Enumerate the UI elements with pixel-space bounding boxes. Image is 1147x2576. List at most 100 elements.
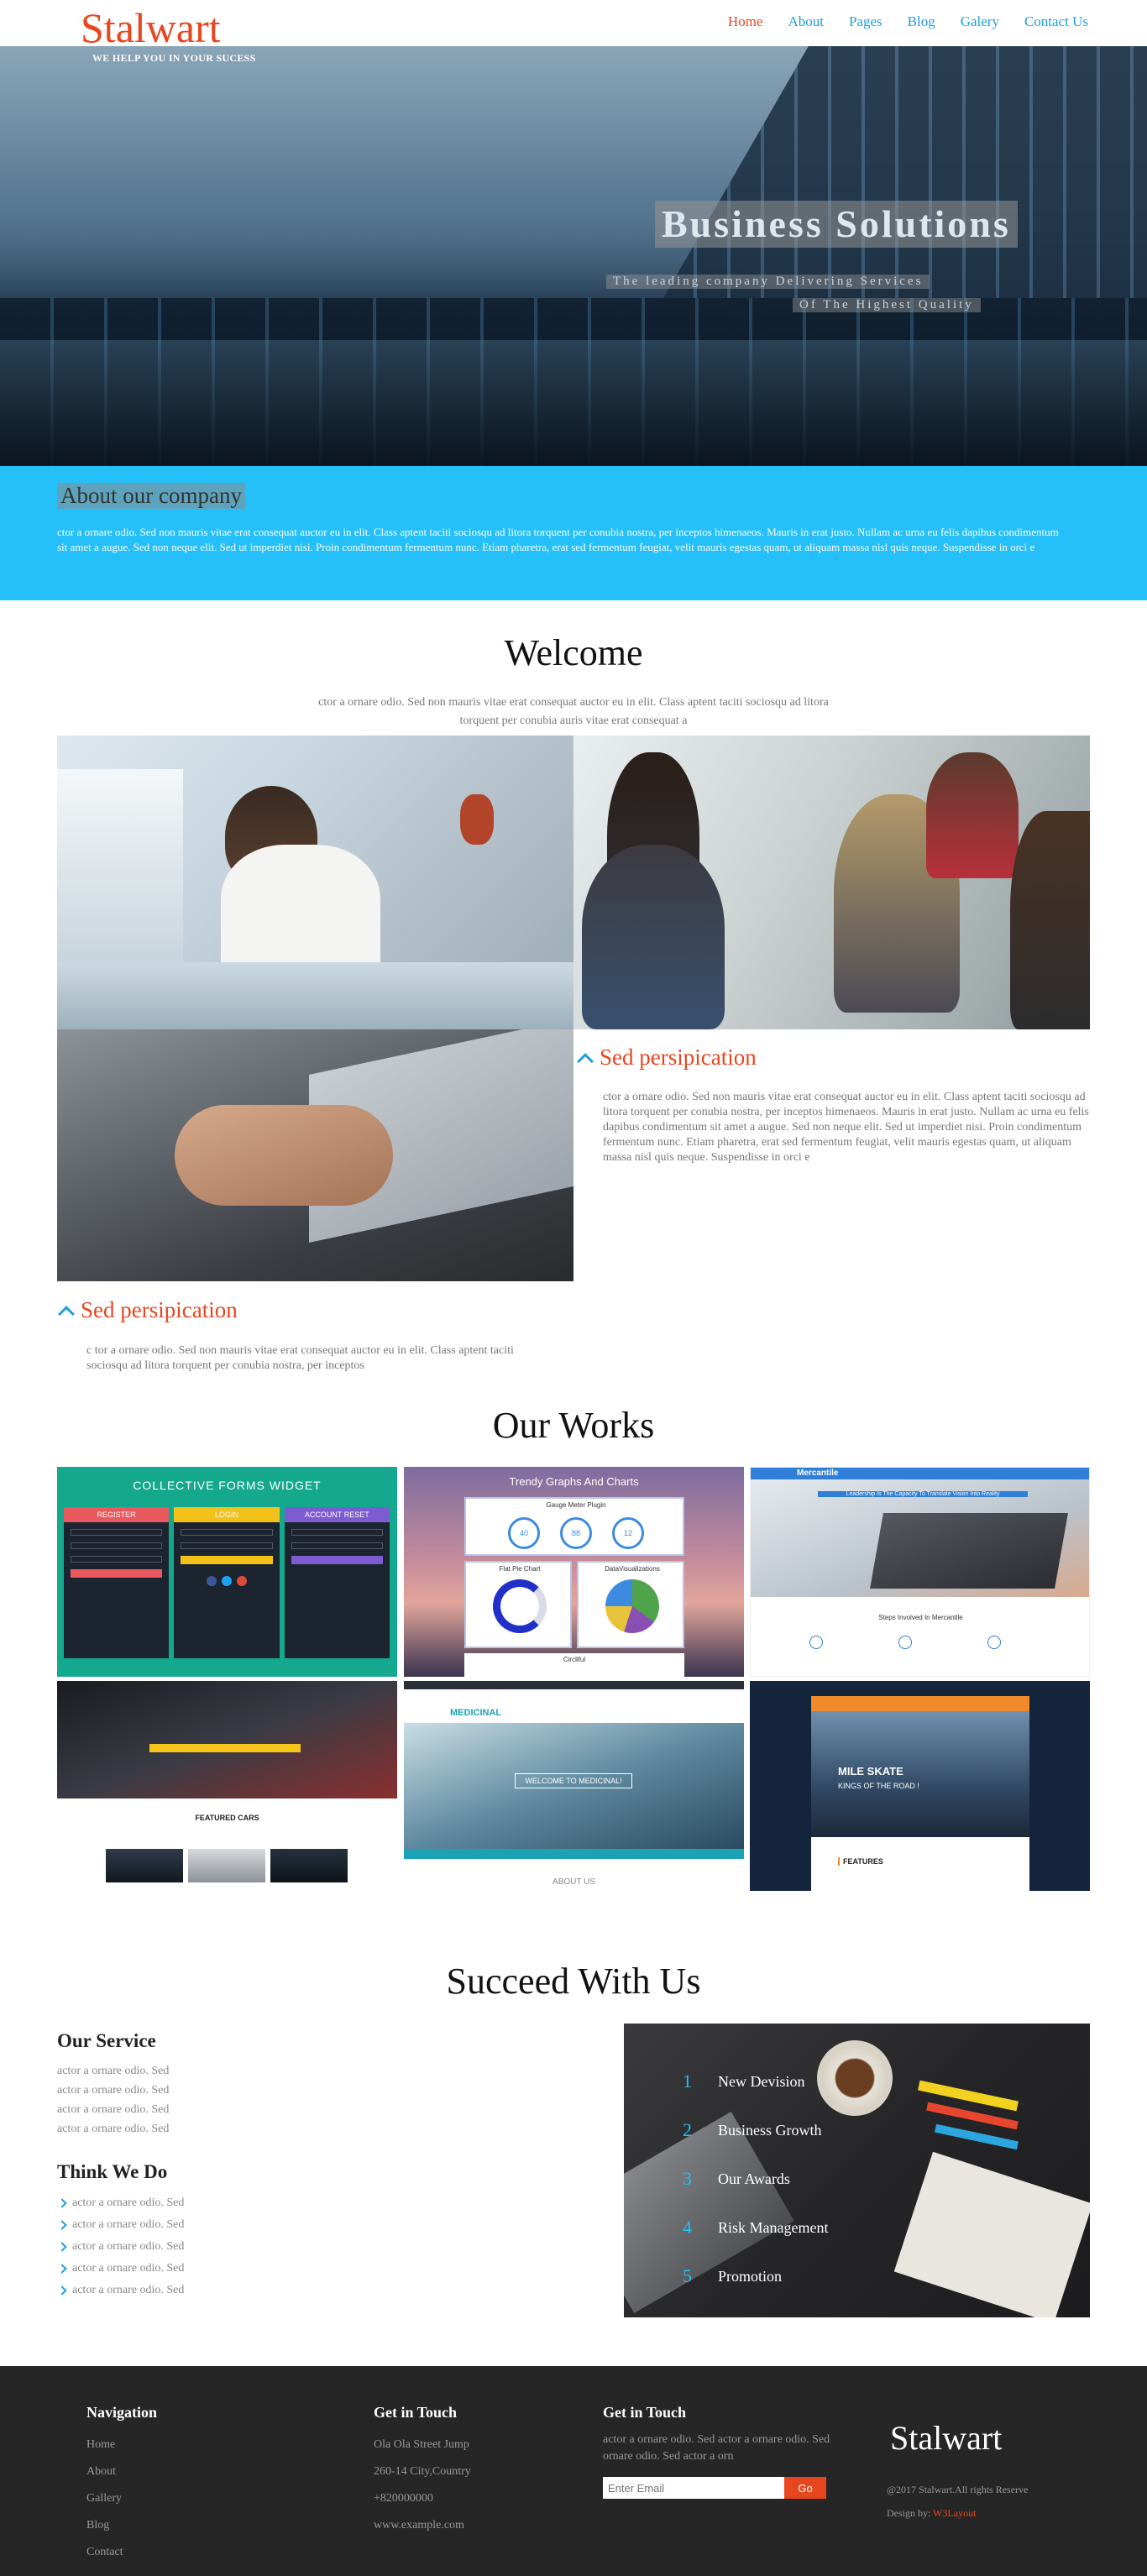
car-thumb bbox=[106, 1849, 183, 1882]
work-4-heading: FEATURED CARS bbox=[195, 1814, 259, 1822]
nav-pages[interactable]: Pages bbox=[849, 13, 883, 30]
welcome-title: Welcome bbox=[504, 632, 643, 673]
nav-home[interactable]: Home bbox=[728, 13, 763, 30]
work-medicinal[interactable]: MEDICINAL WELCOME TO MEDICINAL! ABOUT US bbox=[404, 1681, 744, 1891]
item-number: 4 bbox=[683, 2217, 692, 2238]
work-6-topbar bbox=[811, 1696, 1029, 1711]
design-link[interactable]: W3Layout bbox=[933, 2507, 976, 2519]
succeed-list-item[interactable]: 2 Business Growth bbox=[683, 2106, 828, 2155]
footer-link-contact[interactable]: Contact bbox=[86, 2539, 157, 2566]
item-label: Risk Management bbox=[718, 2218, 829, 2236]
item-label: Business Growth bbox=[718, 2121, 822, 2139]
photo-plant bbox=[460, 794, 494, 845]
desk-photo-panel: 1 New Devision 2 Business Growth 3 Our Awar… bbox=[624, 2024, 1090, 2317]
about-title: About our company bbox=[57, 483, 245, 509]
succeed-list-item[interactable]: 1 New Devision bbox=[683, 2057, 828, 2106]
hero-floor bbox=[0, 340, 1147, 466]
work-3-brand: Mercantile bbox=[797, 1469, 839, 1478]
work-5-brand: MEDICINAL bbox=[450, 1708, 502, 1718]
work-1-field bbox=[291, 1529, 383, 1536]
item-label: Our Awards bbox=[718, 2170, 790, 2187]
work-2-gauge-3: 12 bbox=[612, 1517, 644, 1549]
work-2-gauge-1: 40 bbox=[508, 1517, 540, 1549]
footer-link-about[interactable]: About bbox=[86, 2458, 157, 2485]
item-number: 3 bbox=[683, 2168, 692, 2189]
think-item: actor a ornare odio. Sed bbox=[57, 2192, 184, 2214]
work-2-pie bbox=[605, 1579, 659, 1633]
work-1-tab: ACCOUNT RESET bbox=[284, 1507, 390, 1522]
work-4-hero bbox=[57, 1681, 397, 1798]
item-number: 1 bbox=[683, 2071, 692, 2092]
car-thumb bbox=[270, 1849, 348, 1882]
hero-banner: Business Solutions The leading company D… bbox=[0, 46, 1147, 466]
work-6-sub: KINGS OF THE ROAD ! bbox=[838, 1782, 919, 1790]
footer-copyright: @2017 Stalwart.All rights Reserve bbox=[887, 2484, 1029, 2495]
work-mercantile[interactable]: Mercantile Leadership Is The Capacity To… bbox=[750, 1467, 1090, 1677]
item-number: 2 bbox=[683, 2119, 692, 2140]
go-button[interactable]: Go bbox=[784, 2477, 826, 2499]
succeed-list-item[interactable]: 5 Promotion bbox=[683, 2252, 828, 2301]
work-mile-skate[interactable]: MILE SKATE KINGS OF THE ROAD ! FEATURES bbox=[750, 1681, 1090, 1891]
desk-papers bbox=[893, 2151, 1090, 2317]
think-title: Think We Do bbox=[57, 2161, 168, 2182]
work-1-field bbox=[71, 1529, 163, 1536]
design-label: Design by: bbox=[887, 2507, 931, 2519]
footer-logo[interactable]: Stalwart bbox=[890, 2418, 1002, 2458]
work-1-field bbox=[71, 1556, 163, 1563]
work-2-gauge-card: Gauge Meter Plugin 40 88 12 bbox=[464, 1497, 684, 1556]
service-item: actor a ornare odio. Sed bbox=[57, 2084, 170, 2097]
work-1-field bbox=[291, 1542, 383, 1549]
footer-phone: +820000000 bbox=[374, 2492, 433, 2505]
welcome-intro: ctor a ornare odio. Sed non mauris vitae… bbox=[318, 696, 829, 727]
service-item: actor a ornare odio. Sed bbox=[57, 2065, 170, 2077]
site-logo[interactable]: Stalwart bbox=[81, 7, 221, 49]
laptop-typing-photo bbox=[57, 1029, 574, 1281]
desk-coffee bbox=[817, 2040, 893, 2116]
work-2-pie-card: Flat Pie Chart bbox=[464, 1561, 572, 1648]
nav-galery[interactable]: Galery bbox=[961, 13, 999, 30]
footer-link-blog[interactable]: Blog bbox=[86, 2512, 157, 2539]
work-3-hero bbox=[751, 1479, 1089, 1597]
work-forms-widget[interactable]: COLLECTIVE FORMS WIDGET REGISTER LOGIN A… bbox=[57, 1467, 397, 1677]
photo-person-2 bbox=[582, 845, 725, 1029]
footer-link-gallery[interactable]: Gallery bbox=[86, 2485, 157, 2512]
work-5-topbar bbox=[404, 1681, 744, 1689]
nav-contact[interactable]: Contact Us bbox=[1024, 13, 1088, 30]
footer-link-home[interactable]: Home bbox=[86, 2432, 157, 2458]
footer-contact-title: Get in Touch bbox=[374, 2404, 458, 2421]
succeed-list-item[interactable]: 4 Risk Management bbox=[683, 2203, 828, 2252]
footer-newsletter: Get in Touch actor a ornare odio. Sed ac… bbox=[603, 2404, 855, 2499]
site-footer: Navigation Home About Gallery Blog Conta… bbox=[0, 2366, 1147, 2576]
work-3-steps: Steps Involved In Mercantile bbox=[878, 1614, 963, 1621]
work-5-about: ABOUT US bbox=[553, 1877, 595, 1887]
footer-address-1: Ola Ola Street Jump bbox=[374, 2438, 469, 2451]
work-6-features: FEATURES bbox=[838, 1857, 883, 1866]
hero-title: Business Solutions bbox=[655, 201, 1018, 248]
footer-website[interactable]: www.example.com bbox=[374, 2512, 471, 2539]
work-3-step-icons bbox=[809, 1636, 1001, 1649]
work-3-tagline: Leadership Is The Capacity To Translate … bbox=[818, 1491, 1028, 1497]
succeed-title: Succeed With Us bbox=[446, 1961, 701, 2002]
succeed-list: 1 New Devision 2 Business Growth 3 Our Awar… bbox=[683, 2057, 828, 2301]
work-featured-cars[interactable]: FEATURED CARS bbox=[57, 1681, 397, 1891]
nav-about[interactable]: About bbox=[788, 13, 824, 30]
work-1-panels: REGISTER LOGIN ACCOUNT RESET bbox=[64, 1507, 390, 1658]
work-graphs-charts[interactable]: Trendy Graphs And Charts Gauge Meter Plu… bbox=[404, 1467, 744, 1677]
google-icon bbox=[236, 1576, 247, 1586]
work-1-panel: ACCOUNT RESET bbox=[284, 1507, 390, 1658]
think-item: actor a ornare odio. Sed bbox=[57, 2236, 184, 2258]
nav-blog[interactable]: Blog bbox=[908, 13, 935, 30]
email-input[interactable] bbox=[603, 2477, 784, 2499]
item-label: New Devision bbox=[718, 2072, 805, 2090]
footer-newsletter-title: Get in Touch bbox=[603, 2404, 687, 2421]
site-header: Stalwart Home About Pages Blog Galery Co… bbox=[0, 0, 1147, 49]
footer-address-2: 260-14 City,Country bbox=[374, 2465, 471, 2478]
about-text: ctor a ornare odio. Sed non mauris vitae… bbox=[57, 526, 1059, 553]
service-title: Our Service bbox=[57, 2030, 156, 2051]
team-meeting-photo bbox=[574, 736, 1090, 1029]
succeed-list-item[interactable]: 3 Our Awards bbox=[683, 2155, 828, 2203]
car-thumb bbox=[188, 1849, 265, 1882]
work-2-heading: Trendy Graphs And Charts bbox=[509, 1475, 639, 1488]
twitter-icon bbox=[221, 1576, 232, 1586]
work-2-gauge-title: Gauge Meter Plugin bbox=[546, 1501, 606, 1509]
